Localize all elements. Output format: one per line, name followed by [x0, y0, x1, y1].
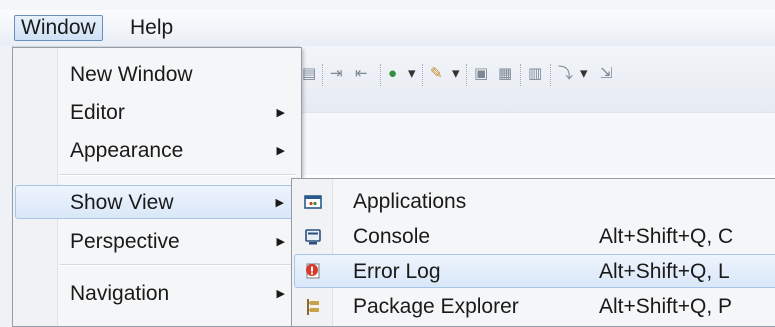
toolbar-separator: [322, 64, 324, 86]
menu-window[interactable]: Window: [14, 15, 103, 41]
menu-item-editor[interactable]: Editor ▶: [15, 96, 299, 130]
toolbar-separator: [550, 64, 552, 86]
menu-bar: Window Help: [0, 10, 775, 47]
menu-item-navigation[interactable]: Navigation ▶: [15, 277, 299, 311]
toolbar-separator: [422, 64, 424, 86]
toolbar-separator: [380, 64, 382, 86]
package-explorer-icon: [307, 299, 319, 315]
menu-help[interactable]: Help: [124, 15, 179, 41]
submenu-arrow-icon: ▶: [276, 288, 285, 300]
toolbar-icon[interactable]: ▣: [474, 64, 488, 84]
chevron-down-icon[interactable]: ▾: [580, 64, 588, 84]
menu-item-show-view[interactable]: Show View ▶: [15, 185, 299, 219]
toolbar-icon[interactable]: ▥: [528, 64, 542, 84]
menu-item-appearance[interactable]: Appearance ▶: [15, 134, 299, 168]
toolbar-icon[interactable]: ⇲: [600, 64, 613, 84]
toolbar-icon[interactable]: ▤: [302, 64, 316, 84]
submenu-arrow-icon: ▶: [275, 197, 284, 209]
window-top-edge: [0, 0, 775, 10]
menu-item-label: Perspective: [70, 230, 180, 253]
menu-separator: [59, 264, 295, 266]
chevron-down-icon[interactable]: ▾: [408, 64, 416, 84]
step-return-icon[interactable]: ⇤: [355, 64, 368, 84]
menu-item-shortcut: Alt+Shift+Q, P: [599, 295, 733, 318]
console-icon: [305, 229, 321, 245]
menu-item-package-explorer[interactable]: Package Explorer Alt+Shift+Q, P: [294, 290, 775, 324]
menu-item-label: Navigation: [70, 282, 170, 305]
toolbar-separator: [466, 64, 468, 86]
submenu-arrow-icon: ▶: [276, 236, 285, 248]
menu-item-shortcut: Alt+Shift+Q, L: [599, 260, 730, 283]
run-icon[interactable]: ●: [388, 64, 397, 84]
toolbar: ▤ ⇥ ⇤ ● ▾ ✎ ▾ ▣ ▦ ▥ ⤵ ▾ ⇲: [300, 46, 775, 112]
menu-item-label: Appearance: [70, 139, 184, 162]
toolbar-separator: [520, 64, 522, 86]
submenu-arrow-icon: ▶: [276, 145, 285, 157]
editor-area: [300, 112, 775, 175]
menu-item-applications[interactable]: Applications: [294, 185, 775, 219]
menu-item-label: New Window: [70, 63, 193, 86]
toolbar-icon[interactable]: ⤵: [558, 64, 573, 84]
submenu-arrow-icon: ▶: [276, 107, 285, 119]
menu-item-shortcut: Alt+Shift+Q, C: [599, 225, 734, 248]
menu-item-new-window[interactable]: New Window: [15, 58, 299, 92]
toolbar-icon[interactable]: ▦: [498, 64, 512, 84]
error-log-icon: [306, 263, 320, 279]
menu-item-label: Package Explorer: [353, 295, 519, 318]
chevron-down-icon[interactable]: ▾: [452, 64, 460, 84]
applications-icon: [304, 195, 322, 209]
menu-item-label: Error Log: [353, 260, 441, 283]
tool-icon[interactable]: ✎: [430, 64, 443, 84]
menu-item-perspective[interactable]: Perspective ▶: [15, 225, 299, 259]
step-icon[interactable]: ⇥: [330, 64, 343, 84]
menu-item-label: Editor: [70, 101, 125, 124]
menu-item-console[interactable]: Console Alt+Shift+Q, C: [294, 220, 775, 254]
menu-item-label: Applications: [353, 190, 467, 213]
menu-separator: [59, 174, 295, 176]
menu-item-error-log[interactable]: Error Log Alt+Shift+Q, L: [294, 254, 775, 288]
menu-item-label: Show View: [70, 191, 174, 214]
menu-item-label: Console: [353, 225, 431, 248]
show-view-submenu: Applications Console Alt+Shift+Q, C Erro…: [291, 178, 775, 327]
window-menu: New Window Editor ▶ Appearance ▶ Show Vi…: [12, 47, 302, 327]
